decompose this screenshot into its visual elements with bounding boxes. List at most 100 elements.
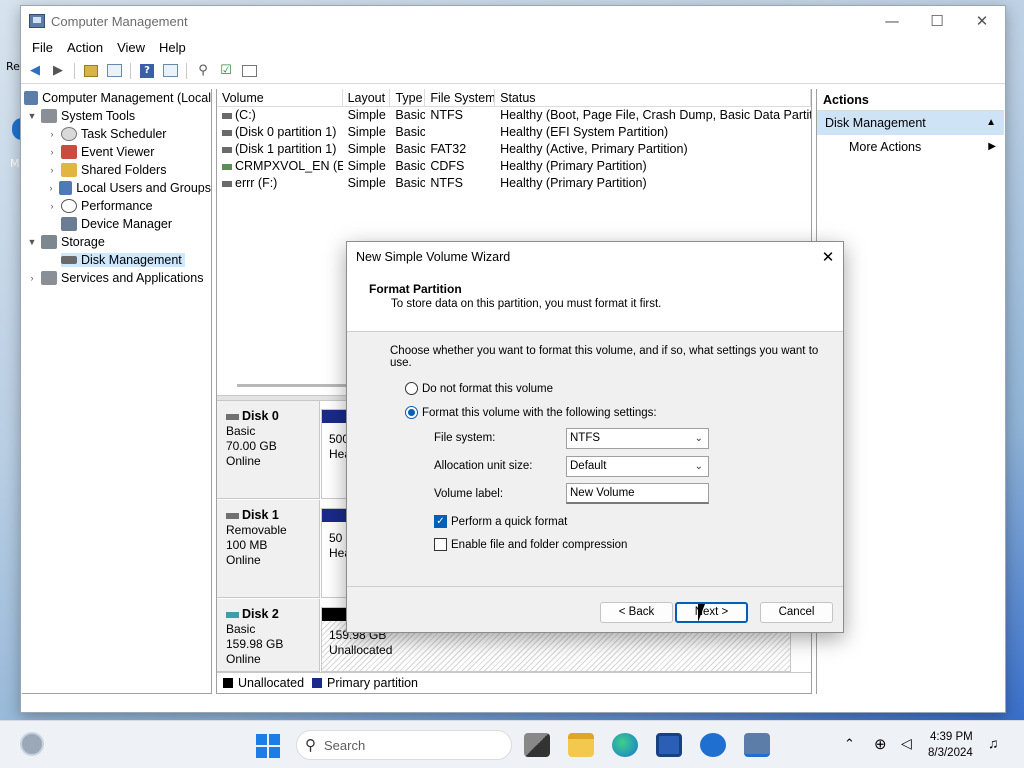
expand-arrow-icon[interactable]: ›: [46, 129, 58, 139]
tree-selection: Disk Management: [61, 253, 185, 267]
column-status[interactable]: Status: [495, 89, 812, 106]
task-view-icon[interactable]: [524, 733, 550, 757]
widgets-icon[interactable]: [20, 732, 44, 756]
disk-0-info[interactable]: Disk 0 Basic 70.00 GB Online: [217, 401, 320, 499]
tree-local-users[interactable]: › Local Users and Groups: [22, 179, 211, 197]
quick-format-checkbox[interactable]: ✓ Perform a quick format: [434, 515, 567, 528]
collapse-up-icon[interactable]: ▲: [986, 111, 996, 135]
tree-task-scheduler[interactable]: › Task Scheduler: [22, 125, 211, 143]
tree-root[interactable]: Computer Management (Local: [22, 89, 211, 107]
tree-label: Device Manager: [81, 217, 173, 231]
volume-table-header: Volume Layout Type File System Status: [217, 89, 812, 107]
system-tools-icon: [41, 109, 57, 123]
table-row[interactable]: CRMPXVOL_EN (E:) Simple Basic CDFS Healt…: [217, 158, 811, 175]
table-row[interactable]: (C:) Simple Basic NTFS Healthy (Boot, Pa…: [217, 107, 811, 124]
tree-event-viewer[interactable]: › Event Viewer: [22, 143, 211, 161]
help-icon[interactable]: ?: [137, 61, 157, 81]
disk-2-info[interactable]: Disk 2 Basic 159.98 GB Online: [217, 599, 320, 672]
desktop-label-recycle[interactable]: Re: [6, 60, 20, 73]
column-file-system[interactable]: File System: [425, 89, 496, 106]
window-title: Computer Management: [51, 13, 188, 29]
cell-layout: Simple: [347, 142, 386, 156]
expand-arrow-icon[interactable]: ›: [46, 165, 58, 175]
disk-1-info[interactable]: Disk 1 Removable 100 MB Online: [217, 500, 320, 598]
taskbar-search[interactable]: ⚲ Search: [296, 730, 512, 760]
cell-file-system: CDFS: [430, 159, 465, 173]
dialog-close-button[interactable]: ✕: [813, 242, 843, 272]
expand-arrow-icon[interactable]: ›: [46, 201, 58, 211]
start-button[interactable]: [256, 734, 280, 758]
maximize-icon: ☐: [930, 12, 944, 30]
edge-icon[interactable]: [612, 733, 638, 757]
tree-shared-folders[interactable]: › Shared Folders: [22, 161, 211, 179]
check-icon[interactable]: ☑: [216, 61, 236, 81]
disk-status: Online: [226, 553, 261, 567]
legend-unallocated: Unallocated: [238, 675, 305, 690]
store-icon[interactable]: [656, 733, 682, 757]
expand-arrow-icon[interactable]: ›: [46, 147, 58, 157]
collapse-arrow-icon[interactable]: ▼: [26, 237, 38, 247]
actions-disk-management[interactable]: Disk Management ▲: [817, 111, 1004, 135]
close-button[interactable]: ✕: [959, 6, 1005, 36]
file-explorer-icon[interactable]: [568, 733, 594, 757]
allocation-unit-select[interactable]: Default ⌄: [566, 456, 709, 477]
network-icon[interactable]: ⊕: [874, 735, 887, 753]
menu-file[interactable]: File: [25, 40, 60, 55]
column-volume[interactable]: Volume: [217, 89, 343, 106]
compression-checkbox[interactable]: Enable file and folder compression: [434, 538, 627, 551]
forward-arrow-icon[interactable]: ▶: [48, 61, 68, 81]
file-system-select[interactable]: NTFS ⌄: [566, 428, 709, 449]
up-folder-icon[interactable]: [81, 61, 101, 81]
disk-type: Basic: [226, 622, 256, 636]
collapse-arrow-icon[interactable]: ▼: [26, 111, 38, 121]
table-row[interactable]: (Disk 0 partition 1) Simple Basic Health…: [217, 124, 811, 141]
more-actions-item[interactable]: More Actions ▶: [817, 135, 1004, 159]
cell-type: Basic: [395, 125, 426, 139]
tree-services[interactable]: › Services and Applications: [22, 269, 211, 287]
tree-storage[interactable]: ▼ Storage: [22, 233, 211, 251]
shared-folder-icon: [61, 163, 77, 177]
tree-disk-management[interactable]: Disk Management: [22, 251, 211, 269]
system-clock[interactable]: 4:39 PM 8/3/2024: [928, 729, 973, 761]
checkbox-unchecked-icon: [434, 538, 447, 551]
back-button[interactable]: < Back: [600, 602, 673, 623]
show-hide-action-pane-icon[interactable]: [160, 61, 180, 81]
expand-arrow-icon[interactable]: ›: [46, 183, 56, 193]
cell-volume: (Disk 0 partition 1): [217, 124, 343, 141]
cancel-button[interactable]: Cancel: [760, 602, 833, 623]
next-button[interactable]: Next >: [675, 602, 748, 623]
maximize-button[interactable]: ☐: [914, 6, 960, 36]
get-help-icon[interactable]: [700, 733, 726, 757]
tree-label: Disk Management: [81, 253, 182, 267]
menu-help[interactable]: Help: [152, 40, 193, 55]
tree-device-manager[interactable]: Device Manager: [22, 215, 211, 233]
minimize-button[interactable]: —: [869, 6, 915, 36]
notification-bell-icon[interactable]: ♫: [988, 735, 999, 751]
volume-icon[interactable]: ◁: [901, 735, 912, 752]
menu-view[interactable]: View: [110, 40, 152, 55]
volume-list-scrollbar[interactable]: [237, 384, 357, 387]
title-bar[interactable]: Computer Management — ☐ ✕: [21, 6, 1005, 36]
tree-performance[interactable]: › Performance: [22, 197, 211, 215]
expand-arrow-icon[interactable]: ›: [26, 273, 38, 283]
computer-management-taskbar-icon[interactable]: [744, 733, 770, 757]
radio-do-not-format[interactable]: Do not format this volume: [405, 382, 553, 395]
table-row[interactable]: errr (F:) Simple Basic NTFS Healthy (Pri…: [217, 175, 811, 192]
start-tile: [269, 734, 280, 745]
table-row[interactable]: (Disk 1 partition 1) Simple Basic FAT32 …: [217, 141, 811, 158]
dialog-title-bar[interactable]: New Simple Volume Wizard ✕: [347, 242, 843, 272]
column-type[interactable]: Type: [390, 89, 426, 106]
radio-format-volume[interactable]: Format this volume with the following se…: [405, 406, 657, 419]
tree-label: Local Users and Groups: [76, 181, 211, 195]
menu-action[interactable]: Action: [60, 40, 110, 55]
tree-system-tools[interactable]: ▼ System Tools: [22, 107, 211, 125]
actions-pane: Actions Disk Management ▲ More Actions ▶: [816, 89, 1004, 694]
properties-icon[interactable]: [239, 61, 259, 81]
chevron-up-icon[interactable]: ⌃: [844, 736, 855, 752]
wizard-intro: Choose whether you want to format this v…: [390, 345, 819, 369]
connect-icon[interactable]: ⚲: [193, 61, 213, 81]
show-hide-tree-icon[interactable]: [104, 61, 124, 81]
back-arrow-icon[interactable]: ◀: [25, 61, 45, 81]
column-layout[interactable]: Layout: [343, 89, 391, 106]
volume-label-input[interactable]: New Volume: [566, 483, 709, 504]
